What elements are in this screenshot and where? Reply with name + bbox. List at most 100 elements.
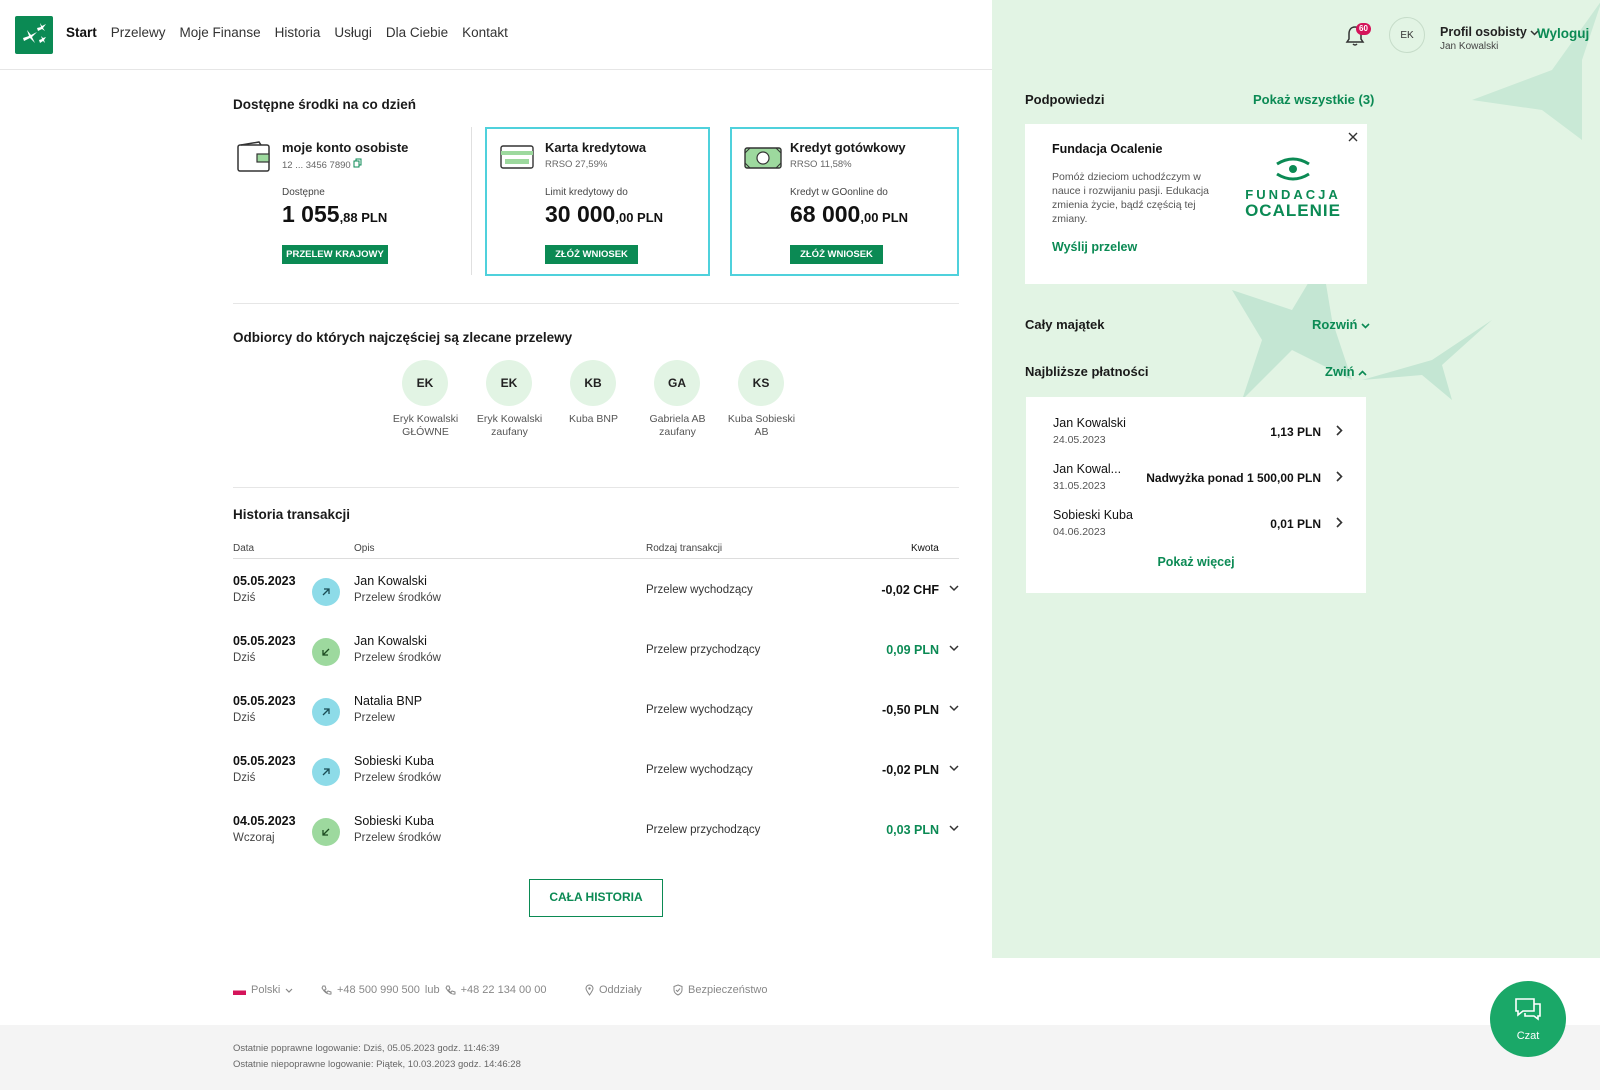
row-type: Przelew wychodzący (646, 584, 753, 596)
row-counterparty: Sobieski Kuba (354, 754, 434, 768)
recipient-item[interactable]: EK Eryk Kowalski zaufany (477, 360, 542, 439)
recipient-avatar: GA (654, 360, 700, 406)
assets-expand-toggle[interactable]: Rozwiń (1312, 317, 1370, 332)
phone-icon (445, 985, 456, 995)
chevron-down-icon (1361, 323, 1370, 329)
payment-item[interactable]: Sobieski Kuba 04.06.2023 0,01 PLN (1053, 508, 1343, 544)
cash-loan-apply-button[interactable]: ZŁÓŻ WNIOSEK (790, 245, 883, 264)
row-day: Dziś (233, 772, 256, 784)
recipient-item[interactable]: EK Eryk Kowalski GŁÓWNE (393, 360, 458, 439)
hint-text: Pomóż dzieciom uchodźczym w nauce i rozw… (1052, 171, 1210, 225)
chevron-up-icon (1358, 370, 1367, 376)
copy-icon[interactable] (353, 158, 362, 168)
row-description: Przelew środków (354, 592, 441, 604)
avatar[interactable]: EK (1389, 17, 1425, 53)
row-description: Przelew środków (354, 832, 441, 844)
recipient-item[interactable]: GA Gabriela AB zaufany (649, 360, 706, 439)
account-number: 12 ... 3456 7890 (282, 160, 351, 171)
full-history-button[interactable]: CAŁA HISTORIA (529, 879, 663, 917)
nav-start[interactable]: Start (66, 25, 97, 40)
phone-number-1[interactable]: +48 500 990 500 (337, 984, 420, 996)
chevron-down-icon[interactable] (949, 765, 959, 772)
row-date: 04.05.2023 (233, 814, 296, 828)
nav-kontakt[interactable]: Kontakt (462, 25, 508, 40)
column-type: Rodzaj transakcji (646, 543, 723, 554)
recipient-avatar: KS (738, 360, 784, 406)
hint-title: Fundacja Ocalenie (1052, 142, 1163, 156)
row-amount: -0,02 CHF (881, 583, 939, 597)
chat-button[interactable]: Czat (1490, 981, 1566, 1057)
recipient-avatar: KB (570, 360, 616, 406)
last-failed-login: Ostatnie niepoprawne logowanie: Piątek, … (233, 1059, 521, 1070)
banknote-icon (744, 147, 782, 169)
row-description: Przelew środków (354, 772, 441, 784)
send-transfer-link[interactable]: Wyślij przelew (1052, 240, 1137, 254)
security-link[interactable]: Bezpieczeństwo (673, 984, 768, 996)
account-card[interactable]: moje konto osobiste 12 ... 3456 7890 Dos… (233, 127, 463, 277)
account-balance: 1 055,88 PLN (282, 201, 388, 227)
recipient-avatar: EK (402, 360, 448, 406)
upcoming-payments-card: Jan Kowalski 24.05.2023 1,13 PLN Jan Kow… (1026, 397, 1366, 593)
logout-link[interactable]: Wyloguj (1537, 26, 1589, 41)
nav-przelewy[interactable]: Przelewy (111, 25, 166, 40)
payment-item[interactable]: Jan Kowal... 31.05.2023 Nadwyżka ponad 1… (1053, 462, 1343, 498)
row-counterparty: Jan Kowalski (354, 574, 427, 588)
nav-dla-ciebie[interactable]: Dla Ciebie (386, 25, 448, 40)
credit-card-name: Karta kredytowa (545, 140, 647, 155)
close-icon[interactable] (1347, 131, 1359, 143)
branches-label: Oddziały (599, 984, 642, 996)
credit-limit-amount: 30 000,00 PLN (545, 201, 664, 227)
recipient-name: Eryk Kowalski GŁÓWNE (392, 413, 459, 438)
profile-menu[interactable]: Profil osobisty Jan Kowalski (1440, 25, 1539, 52)
row-description: Przelew środków (354, 652, 441, 664)
cash-loan-offer[interactable]: Kredyt gotówkowy RRSO 11,58% Kredyt w GO… (730, 127, 959, 276)
payment-item[interactable]: Jan Kowalski 24.05.2023 1,13 PLN (1053, 416, 1343, 452)
table-row[interactable]: 05.05.2023 Dziś Jan Kowalski Przelew śro… (233, 574, 959, 634)
recipients-list: EK Eryk Kowalski GŁÓWNE EK Eryk Kowalski… (393, 360, 795, 439)
table-row[interactable]: 05.05.2023 Dziś Sobieski Kuba Przelew śr… (233, 754, 959, 814)
payments-collapse-toggle[interactable]: Zwiń (1325, 364, 1367, 379)
nav-uslugi[interactable]: Usługi (334, 25, 372, 40)
phone-number-2[interactable]: +48 22 134 00 00 (461, 984, 547, 996)
row-amount: 0,09 PLN (886, 643, 939, 657)
table-row[interactable]: 05.05.2023 Dziś Natalia BNP Przelew Prze… (233, 694, 959, 754)
account-name: moje konto osobiste (282, 140, 409, 155)
nav-moje-finanse[interactable]: Moje Finanse (180, 25, 261, 40)
credit-card-rrso: RRSO 27,59% (545, 159, 608, 170)
outgoing-arrow-icon (312, 578, 340, 606)
table-row[interactable]: 04.05.2023 Wczoraj Sobieski Kuba Przelew… (233, 814, 959, 874)
row-type: Przelew wychodzący (646, 704, 753, 716)
chevron-down-icon[interactable] (949, 705, 959, 712)
table-row[interactable]: 05.05.2023 Dziś Jan Kowalski Przelew śro… (233, 634, 959, 694)
chevron-down-icon[interactable] (949, 585, 959, 592)
section-divider (233, 487, 959, 488)
chevron-down-icon[interactable] (949, 825, 959, 832)
bank-logo[interactable] (15, 16, 53, 54)
credit-card-apply-button[interactable]: ZŁÓŻ WNIOSEK (545, 245, 638, 264)
cash-loan-amount: 68 000,00 PLN (790, 201, 909, 227)
row-date: 05.05.2023 (233, 754, 296, 768)
row-type: Przelew przychodzący (646, 644, 761, 656)
recipient-item[interactable]: KB Kuba BNP (569, 360, 618, 439)
row-amount: 0,03 PLN (886, 823, 939, 837)
row-type: Przelew przychodzący (646, 824, 761, 836)
domestic-transfer-button[interactable]: PRZELEW KRAJOWY (282, 245, 388, 264)
assets-toggle-label: Rozwiń (1312, 317, 1358, 332)
language-selector[interactable]: Polski (233, 984, 293, 996)
nav-historia[interactable]: Historia (275, 25, 321, 40)
show-all-hints-link[interactable]: Pokaż wszystkie (3) (1253, 92, 1374, 107)
recipient-name: Eryk Kowalski zaufany (476, 413, 543, 438)
chevron-right-icon (1336, 517, 1343, 528)
credit-card-offer[interactable]: Karta kredytowa RRSO 27,59% Limit kredyt… (485, 127, 710, 276)
column-amount: Kwota (911, 543, 939, 554)
fundacja-ocalenie-logo: FUNDACJA OCALENIE (1243, 156, 1343, 219)
show-more-payments-link[interactable]: Pokaż więcej (1026, 555, 1366, 569)
chevron-down-icon[interactable] (949, 645, 959, 652)
cash-loan-rrso: RRSO 11,58% (790, 159, 852, 170)
security-label: Bezpieczeństwo (688, 984, 768, 996)
row-day: Wczoraj (233, 832, 275, 844)
branches-link[interactable]: Oddziały (585, 984, 642, 996)
recipient-item[interactable]: KS Kuba Sobieski AB (728, 360, 795, 439)
payment-name: Jan Kowalski (1053, 416, 1126, 430)
recipient-name: Gabriela AB zaufany (649, 413, 706, 438)
